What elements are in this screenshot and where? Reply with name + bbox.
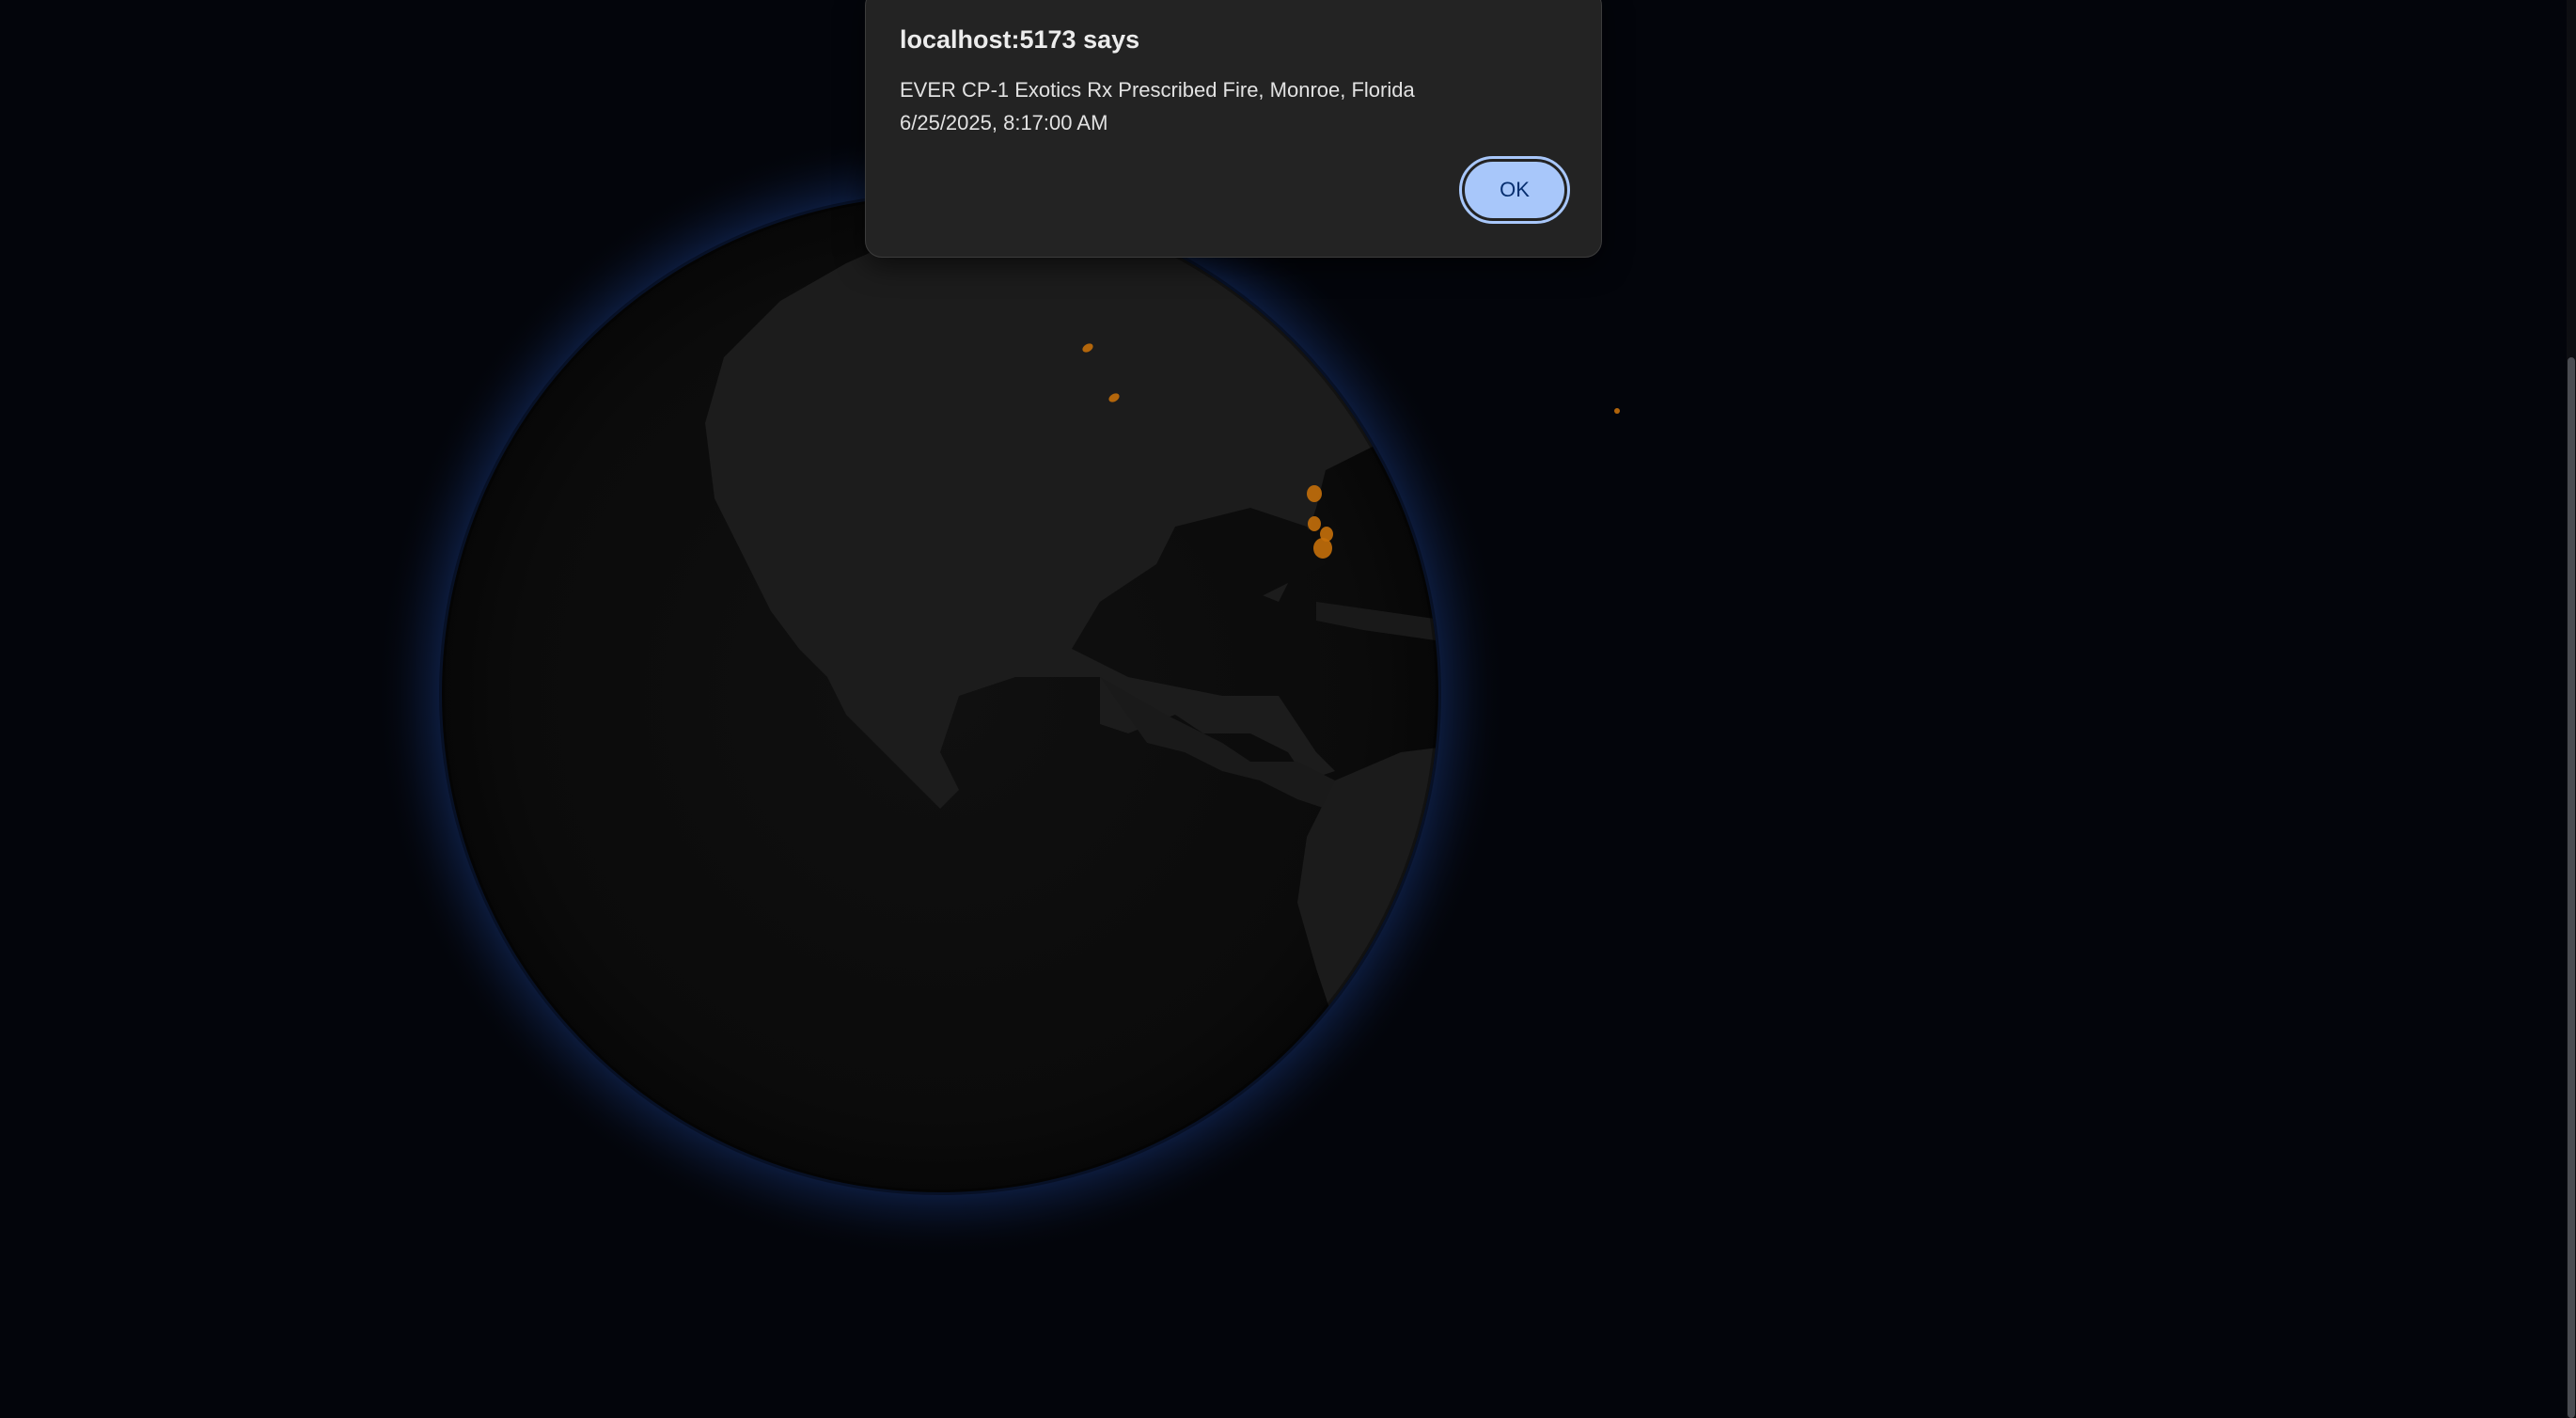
dialog-message: EVER CP-1 Exotics Rx Prescribed Fire, Mo… [900, 73, 1415, 139]
fire-marker[interactable] [1308, 516, 1321, 531]
scrollbar-thumb[interactable] [2568, 357, 2575, 1418]
dialog-title: localhost:5173 says [900, 25, 1140, 54]
scrollbar-track[interactable] [2567, 0, 2576, 1418]
app-viewport: localhost:5173 says EVER CP-1 Exotics Rx… [0, 0, 2576, 1418]
fire-marker[interactable] [1313, 538, 1332, 559]
landmass-africa-edge [1786, 489, 1937, 752]
alert-dialog: localhost:5173 says EVER CP-1 Exotics Rx… [865, 0, 1602, 258]
fire-marker[interactable] [1307, 485, 1322, 502]
fire-marker[interactable] [1614, 408, 1620, 414]
landmass-europe-edge [1767, 282, 1880, 433]
ok-button[interactable]: OK [1459, 156, 1570, 224]
dialog-message-line2: 6/25/2025, 8:17:00 AM [900, 111, 1108, 134]
dialog-message-line1: EVER CP-1 Exotics Rx Prescribed Fire, Mo… [900, 78, 1415, 102]
